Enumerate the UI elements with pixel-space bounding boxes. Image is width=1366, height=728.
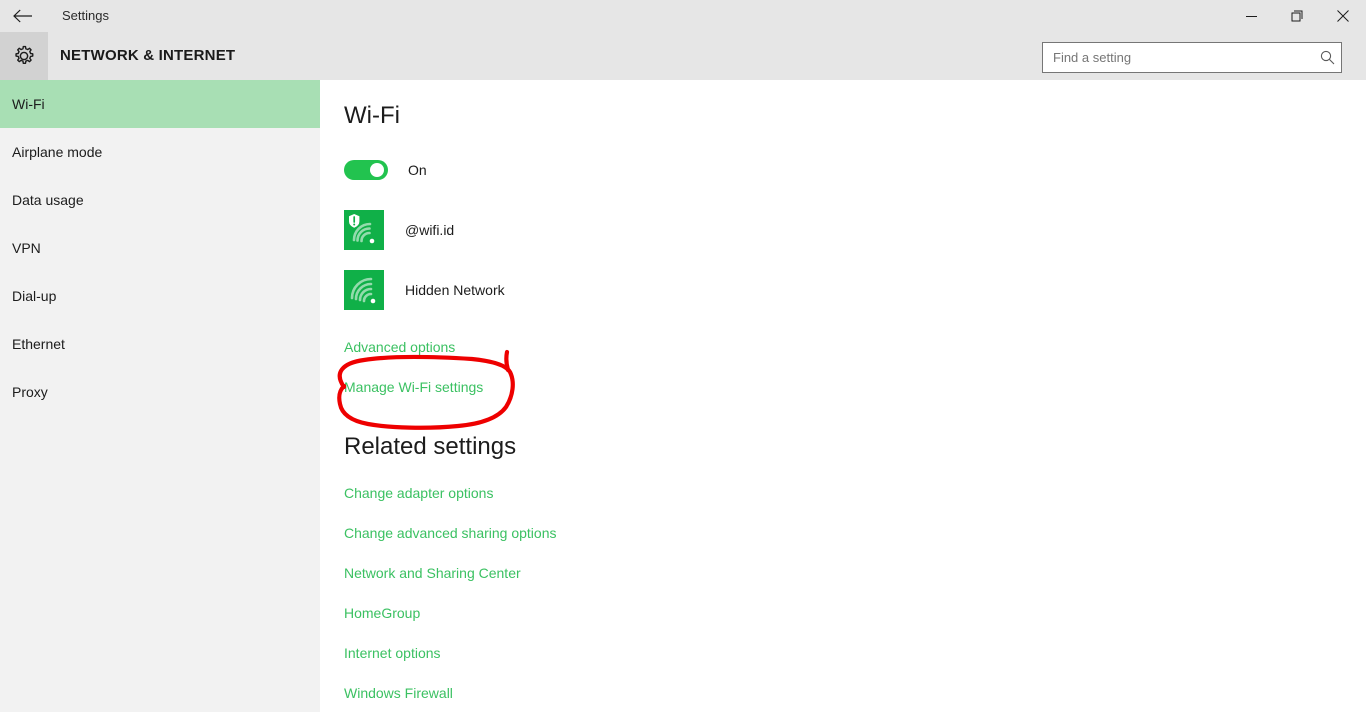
gear-icon — [15, 45, 34, 64]
settings-home-button[interactable] — [0, 32, 48, 80]
content-area: Wi-Fi On @wifi.id Hidden Network Advance… — [320, 80, 1366, 728]
sidebar-item-label: Dial-up — [12, 288, 57, 304]
search-box[interactable] — [1042, 42, 1342, 73]
settings-window: Settings NETWORK & INTERNET Find a setti… — [0, 0, 1366, 728]
link-homegroup[interactable]: HomeGroup — [344, 605, 420, 621]
page-title: NETWORK & INTERNET — [60, 47, 236, 64]
link-change-advanced-sharing-options[interactable]: Change advanced sharing options — [344, 525, 557, 541]
minimize-icon — [1245, 15, 1257, 17]
wifi-toggle[interactable] — [344, 160, 388, 180]
network-name: Hidden Network — [405, 282, 505, 298]
restore-icon — [1291, 10, 1303, 22]
window-title: Settings — [62, 8, 109, 23]
network-item[interactable]: @wifi.id — [344, 210, 454, 250]
sidebar-item-dial-up[interactable]: Dial-up — [0, 272, 320, 320]
sidebar-item-ethernet[interactable]: Ethernet — [0, 320, 320, 368]
window-controls — [1228, 0, 1366, 32]
sidebar-item-label: Data usage — [12, 192, 84, 208]
minimize-button[interactable] — [1228, 0, 1274, 32]
search-input[interactable] — [1043, 44, 1313, 71]
wifi-icon — [344, 270, 384, 310]
sidebar-item-label: Proxy — [12, 384, 48, 400]
wifi-insecure-icon — [344, 210, 384, 250]
sidebar-item-vpn[interactable]: VPN — [0, 224, 320, 272]
close-icon — [1337, 10, 1349, 22]
sidebar-item-wi-fi[interactable]: Wi-Fi — [0, 80, 320, 128]
network-item[interactable]: Hidden Network — [344, 270, 505, 310]
toggle-knob — [370, 163, 384, 177]
title-bar: Settings — [0, 0, 1366, 32]
link-network-and-sharing-center[interactable]: Network and Sharing Center — [344, 565, 521, 581]
sidebar-item-airplane-mode[interactable]: Airplane mode — [0, 128, 320, 176]
back-arrow-icon — [13, 9, 32, 23]
sidebar: Wi-Fi Airplane mode Data usage VPN Dial-… — [0, 80, 320, 712]
link-manage-wifi-settings[interactable]: Manage Wi-Fi settings — [344, 379, 483, 395]
red-circle-annotation — [337, 349, 515, 430]
sidebar-item-label: VPN — [12, 240, 41, 256]
sidebar-item-proxy[interactable]: Proxy — [0, 368, 320, 416]
page-header: NETWORK & INTERNET — [0, 32, 1366, 80]
wifi-section-title: Wi-Fi — [344, 102, 400, 129]
wifi-toggle-row: On — [344, 160, 427, 180]
network-name: @wifi.id — [405, 222, 455, 238]
magnifier-icon — [1320, 50, 1334, 65]
sidebar-item-label: Wi-Fi — [12, 96, 45, 112]
link-change-adapter-options[interactable]: Change adapter options — [344, 485, 493, 501]
sidebar-item-label: Ethernet — [12, 336, 65, 352]
search-icon[interactable] — [1313, 44, 1341, 71]
wifi-toggle-state: On — [408, 162, 427, 178]
close-button[interactable] — [1320, 0, 1366, 32]
sidebar-item-label: Airplane mode — [12, 144, 103, 160]
link-internet-options[interactable]: Internet options — [344, 645, 441, 661]
link-advanced-options[interactable]: Advanced options — [344, 339, 455, 355]
sidebar-item-data-usage[interactable]: Data usage — [0, 176, 320, 224]
related-settings-title: Related settings — [344, 433, 517, 460]
back-button[interactable] — [0, 0, 46, 32]
link-windows-firewall[interactable]: Windows Firewall — [344, 685, 453, 701]
maximize-button[interactable] — [1274, 0, 1320, 32]
